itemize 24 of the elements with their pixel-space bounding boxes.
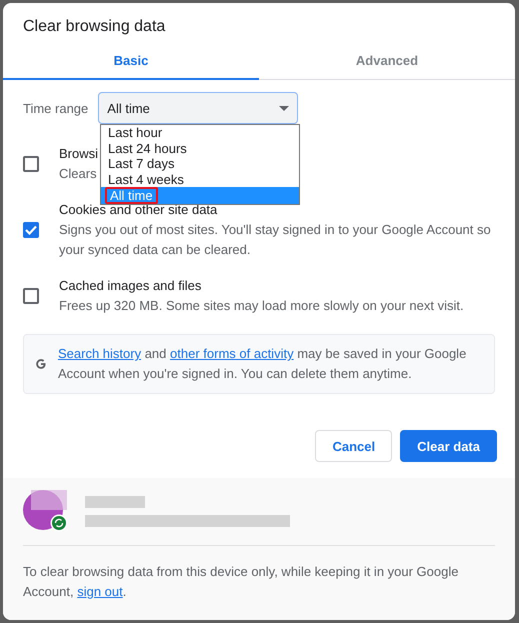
option-title: Cached images and files	[59, 277, 202, 295]
clear-data-button[interactable]: Clear data	[400, 430, 497, 462]
option-description: Clears	[59, 165, 98, 183]
option-title: Browsi	[59, 145, 98, 163]
avatar-icon	[23, 490, 69, 532]
cancel-button[interactable]: Cancel	[315, 430, 392, 462]
option-title: Cookies and other site data	[59, 201, 218, 219]
checkbox[interactable]	[23, 288, 39, 304]
activity-link[interactable]: other forms of activity	[170, 346, 294, 361]
tab[interactable]: Advanced	[259, 44, 515, 80]
notice-text: Search history and other forms of activity may be saved in your Google Account when you're signed in. You can delete them anytime.	[58, 345, 468, 383]
search-history-link[interactable]: Search history	[58, 346, 142, 361]
sign-out-link[interactable]: sign out	[77, 584, 123, 599]
footer-text: To clear browsing data from this device only, while keeping it in your Google Account, sign out.	[23, 563, 460, 601]
checkbox[interactable]	[23, 222, 39, 238]
dropdown-option[interactable]: All time	[101, 187, 299, 204]
dialog-title: Clear browsing data	[22, 17, 166, 37]
time-range-label: Time range	[23, 100, 88, 116]
time-range-select[interactable]: All time	[98, 92, 298, 124]
tab[interactable]: Basic	[3, 44, 259, 80]
option-description: Signs you out of most sites. You'll stay signed in to your Google Account so your synced data can be cleared.	[59, 221, 492, 259]
checkbox[interactable]	[23, 156, 39, 172]
option-description: Frees up 320 MB. Some sites may load more slowly on your next visit.	[59, 297, 464, 315]
caret-icon	[279, 106, 290, 110]
